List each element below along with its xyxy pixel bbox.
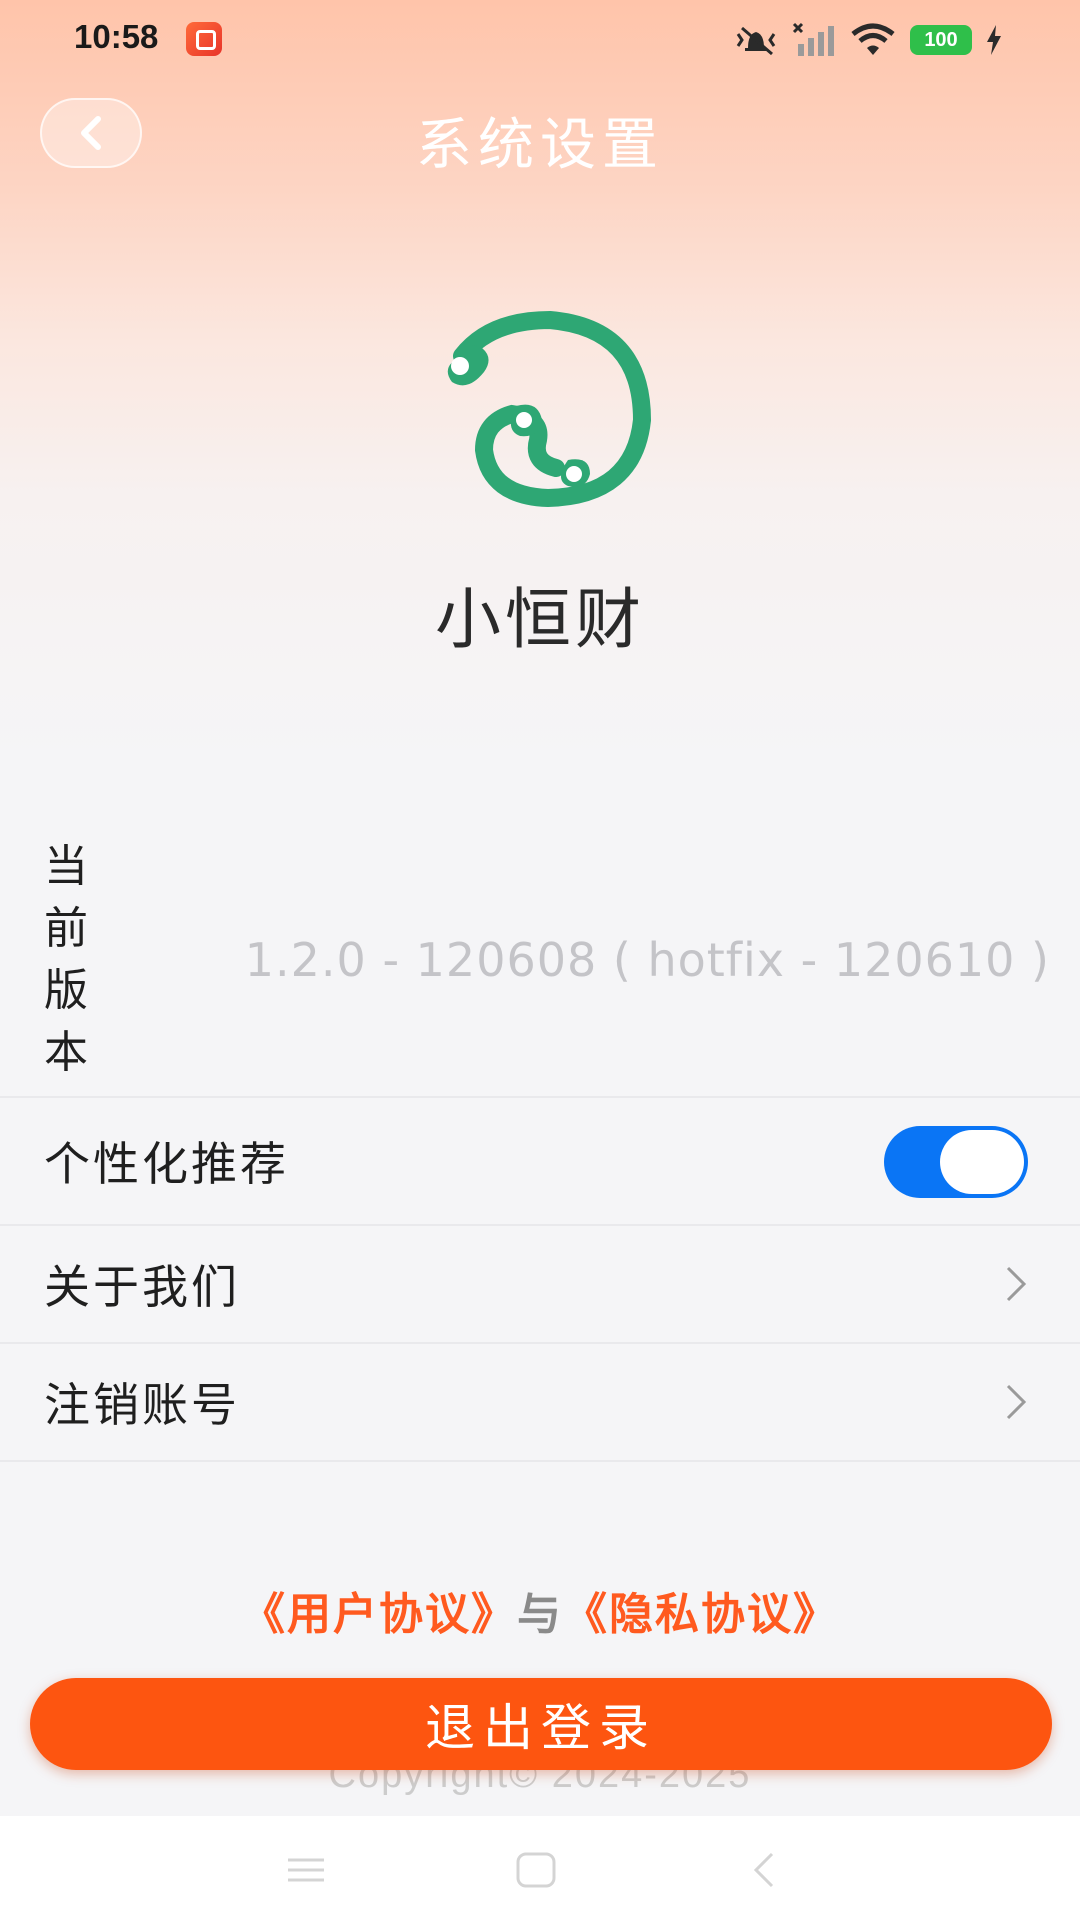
agreements-line: 《用户协议》与《隐私协议》: [0, 1578, 1080, 1642]
agreements-conjunction: 与: [517, 1589, 563, 1640]
about-us-label: 关于我们: [44, 1260, 240, 1314]
menu-icon[interactable]: [276, 1846, 336, 1894]
version-label: 当前版本: [44, 841, 88, 1078]
chevron-right-icon: [1006, 1384, 1027, 1420]
logout-button[interactable]: 退出登录: [30, 1678, 1052, 1770]
status-bar: 10:58 100: [0, 0, 1080, 80]
personalized-recommendation-row: 个性化推荐: [0, 1098, 1080, 1226]
page-title: 系统设置: [416, 113, 664, 178]
signal-icon: [792, 22, 834, 56]
chevron-right-icon: [1006, 1266, 1027, 1302]
cancel-account-row[interactable]: 注销账号: [0, 1344, 1080, 1462]
app-logo: [447, 310, 652, 508]
status-icons: 100: [734, 18, 1002, 62]
app-notification-icon: [186, 22, 222, 56]
cancel-account-label: 注销账号: [44, 1378, 240, 1432]
version-row: 当前版本 1.2.0 - 120608 ( hotfix - 120610 ): [0, 822, 1080, 1098]
wifi-icon: [851, 23, 895, 55]
battery-icon: 100: [910, 25, 972, 55]
about-us-row[interactable]: 关于我们: [0, 1226, 1080, 1344]
user-agreement-link[interactable]: 《用户协议》: [241, 1589, 517, 1640]
mute-vibrate-icon: [736, 26, 776, 56]
personalized-recommendation-toggle[interactable]: [884, 1126, 1028, 1198]
charging-icon: [987, 25, 1001, 55]
privacy-agreement-link[interactable]: 《隐私协议》: [563, 1589, 839, 1640]
home-icon[interactable]: [506, 1846, 566, 1894]
version-value: 1.2.0 - 120608 ( hotfix - 120610 ): [244, 933, 1050, 987]
app-name: 小恒财: [435, 581, 645, 658]
status-time: 10:58: [74, 18, 159, 55]
back-icon[interactable]: [734, 1846, 794, 1894]
toggle-knob: [940, 1130, 1024, 1194]
system-nav-bar: [0, 1816, 1080, 1920]
personalized-recommendation-label: 个性化推荐: [44, 1137, 289, 1191]
